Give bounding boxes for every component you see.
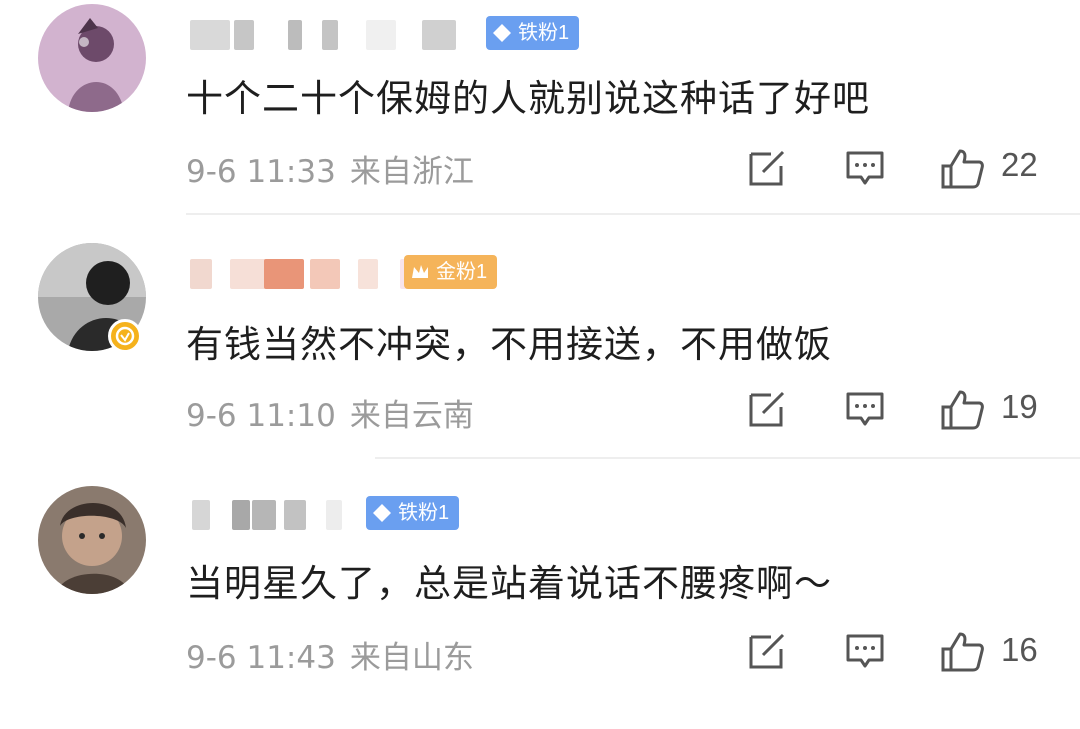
- diamond-icon: [373, 504, 391, 522]
- thumbs-up-icon: [941, 390, 984, 430]
- repost-icon: [749, 391, 785, 427]
- comment-meta: 9-6 11:33 来自浙江: [186, 146, 474, 191]
- comment-item: 铁粉1 十个二十个保姆的人就别说这种话了好吧 9-6 11:33 来自浙江 22: [0, 0, 1080, 243]
- like-count: 16: [1001, 631, 1038, 668]
- badge-label: 金粉1: [436, 261, 488, 283]
- thumbs-up-icon: [941, 149, 984, 189]
- comment-icon: [846, 392, 884, 426]
- comment-time: 9-6 11:10: [186, 398, 336, 434]
- comment-location: 来自山东: [349, 640, 474, 676]
- comment-text: 有钱当然不冲突，不用接送，不用做饭: [186, 323, 832, 366]
- comment-button[interactable]: [845, 631, 885, 671]
- thumbs-up-icon: [941, 632, 984, 672]
- comment-location: 来自云南: [349, 398, 474, 434]
- badge-label: 铁粉1: [398, 502, 450, 524]
- comment-location: 来自浙江: [349, 154, 474, 190]
- comment-text: 当明星久了，总是站着说话不腰疼啊～: [186, 562, 832, 605]
- comment-icon: [846, 151, 884, 185]
- avatar[interactable]: [38, 4, 146, 112]
- comment-icon: [846, 634, 884, 668]
- fan-badge: 铁粉1: [486, 16, 580, 50]
- comment-text: 十个二十个保姆的人就别说这种话了好吧: [186, 77, 870, 120]
- like-count: 19: [1001, 388, 1038, 425]
- like-button[interactable]: [940, 148, 984, 189]
- like-button[interactable]: [940, 631, 984, 672]
- like-button[interactable]: [940, 389, 984, 430]
- fan-badge: 金粉1: [404, 255, 498, 289]
- verified-badge-icon: [108, 319, 142, 353]
- diamond-icon: [493, 24, 511, 42]
- repost-button[interactable]: [747, 389, 787, 429]
- avatar[interactable]: [38, 486, 146, 594]
- comment-meta: 9-6 11:10 来自云南: [186, 390, 474, 435]
- crown-icon: [412, 265, 428, 278]
- comment-item: 铁粉1 当明星久了，总是站着说话不腰疼啊～ 9-6 11:43 来自山东 16: [0, 486, 1080, 729]
- repost-icon: [749, 633, 785, 669]
- badge-label: 铁粉1: [518, 22, 570, 44]
- comment-time: 9-6 11:43: [186, 640, 336, 676]
- comment-item: 金粉1 有钱当然不冲突，不用接送，不用做饭 9-6 11:10 来自云南 19: [0, 243, 1080, 486]
- comment-button[interactable]: [845, 389, 885, 429]
- repost-button[interactable]: [747, 631, 787, 671]
- divider: [186, 213, 1080, 215]
- divider: [375, 457, 1080, 459]
- fan-badge: 铁粉1: [366, 496, 460, 530]
- repost-button[interactable]: [747, 148, 787, 188]
- comment-button[interactable]: [845, 148, 885, 188]
- comment-meta: 9-6 11:43 来自山东: [186, 632, 474, 677]
- comment-time: 9-6 11:33: [186, 154, 336, 190]
- repost-icon: [749, 150, 785, 186]
- like-count: 22: [1001, 146, 1038, 183]
